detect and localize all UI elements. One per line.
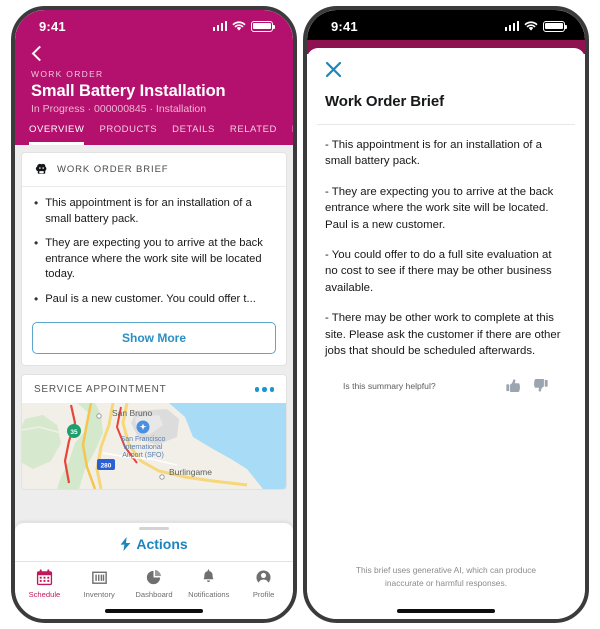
person-icon	[256, 570, 271, 585]
tab-label: Schedule	[28, 590, 61, 599]
tab-details[interactable]: DETAILS	[172, 124, 215, 145]
wifi-icon	[232, 20, 246, 31]
tab-overview[interactable]: OVERVIEW	[29, 124, 85, 145]
left-phone-frame: 9:41 WORK ORDER Small Battery Installati…	[11, 6, 297, 623]
brief-paragraph: - There may be other work to complete at…	[325, 312, 561, 358]
feedback-row: Is this summary helpful?	[325, 373, 567, 394]
tab-profile[interactable]: Profile	[236, 568, 291, 599]
actions-sheet[interactable]: Actions	[15, 521, 293, 561]
show-more-button[interactable]: Show More	[32, 322, 276, 354]
modal-title: Work Order Brief	[325, 93, 444, 110]
svg-text:San Francisco: San Francisco	[121, 436, 166, 443]
svg-text:Burlingame: Burlingame	[169, 467, 212, 477]
lightning-bolt-icon	[120, 537, 131, 551]
service-appointment-card: SERVICE APPOINTMENT 35 280 San Bruno San…	[21, 374, 287, 490]
tab-inventory[interactable]: Inventory	[72, 568, 127, 599]
page-title: Small Battery Installation	[31, 82, 226, 100]
appointment-map[interactable]: 35 280 San Bruno San Francisco Internati…	[22, 403, 286, 489]
bullet-dot-icon: •	[34, 291, 39, 306]
status-time: 9:41	[39, 18, 66, 34]
signal-bars-icon	[212, 21, 227, 31]
tab-feed[interactable]: FEE	[292, 124, 293, 145]
record-body: WORK ORDER BRIEF • This appointment is f…	[15, 145, 293, 619]
actions-label: Actions	[136, 536, 188, 552]
work-order-brief-card: WORK ORDER BRIEF • This appointment is f…	[21, 152, 287, 366]
tab-label: Notifications	[188, 590, 230, 599]
svg-text:Airport (SFO): Airport (SFO)	[122, 452, 164, 459]
back-chevron-icon	[31, 45, 48, 62]
close-x-icon	[325, 61, 342, 78]
inventory-icon	[91, 571, 107, 584]
tab-dashboard[interactable]: Dashboard	[127, 568, 182, 599]
signal-bars-icon	[504, 21, 519, 31]
svg-text:International: International	[124, 444, 163, 451]
modal-body: - This appointment is for an installatio…	[307, 125, 585, 564]
thumbs-up-icon[interactable]	[505, 377, 522, 394]
right-phone-frame: 9:41 Work Order Brief - This appointment…	[303, 6, 589, 623]
list-item: • This appointment is for an installatio…	[34, 196, 272, 227]
home-indicator	[307, 603, 585, 619]
tab-schedule[interactable]: Schedule	[17, 568, 72, 599]
record-meta: In Progress · 000000845 · Installation	[31, 103, 207, 115]
brief-paragraph: - This appointment is for an installatio…	[325, 139, 542, 168]
tab-label: Dashboard	[135, 590, 173, 599]
actions-button[interactable]: Actions	[15, 534, 293, 561]
more-options-icon[interactable]	[254, 387, 274, 392]
left-status-bar: 9:41	[15, 10, 293, 40]
wifi-icon	[524, 20, 538, 31]
appointment-card-title: SERVICE APPOINTMENT	[34, 384, 167, 395]
tab-label: Profile	[252, 590, 275, 599]
map-graphic: 35 280 San Bruno San Francisco Internati…	[22, 403, 286, 489]
status-icons	[212, 20, 276, 32]
einstein-ai-icon	[35, 163, 47, 174]
brief-bullet-list: • This appointment is for an installatio…	[22, 187, 286, 318]
feedback-question: Is this summary helpful?	[343, 380, 436, 391]
work-order-brief-modal: Work Order Brief - This appointment is f…	[307, 48, 585, 619]
record-tabs: OVERVIEW PRODUCTS DETAILS RELATED FEE	[15, 124, 293, 145]
tab-products[interactable]: PRODUCTS	[99, 124, 157, 145]
list-item: • Paul is a new customer. You could offe…	[34, 292, 272, 308]
right-status-bar: 9:41	[307, 10, 585, 40]
svg-text:35: 35	[70, 429, 78, 436]
thumbs-down-icon[interactable]	[532, 377, 549, 394]
screenshot-stage: 9:41 WORK ORDER Small Battery Installati…	[0, 0, 600, 629]
bullet-dot-icon: •	[34, 196, 39, 210]
svg-text:San Bruno: San Bruno	[112, 408, 152, 418]
sheet-grabber[interactable]	[139, 526, 169, 530]
bell-icon	[203, 569, 214, 583]
ai-disclaimer: This brief uses generative AI, which can…	[355, 565, 537, 588]
status-icons	[504, 20, 568, 32]
tab-related[interactable]: RELATED	[230, 124, 277, 145]
brief-paragraph: - They are expecting you to arrive at th…	[325, 185, 554, 231]
status-time: 9:41	[331, 18, 358, 34]
bullet-text: They are expecting you to arrive at the …	[45, 237, 263, 280]
work-order-header: WORK ORDER Small Battery Installation In…	[15, 40, 293, 145]
bullet-dot-icon: •	[34, 236, 39, 250]
battery-icon	[251, 20, 276, 32]
tab-notifications[interactable]: Notifications	[181, 568, 236, 599]
calendar-icon	[36, 569, 52, 586]
back-button[interactable]	[15, 44, 293, 69]
list-item: • They are expecting you to arrive at th…	[34, 236, 272, 283]
svg-text:280: 280	[101, 463, 112, 470]
brief-card-header: WORK ORDER BRIEF	[22, 153, 286, 187]
dashboard-icon	[147, 569, 162, 585]
close-button[interactable]	[307, 48, 585, 87]
brief-card-title: WORK ORDER BRIEF	[57, 164, 169, 175]
airport-pin-icon	[136, 420, 150, 434]
battery-icon	[543, 20, 568, 32]
record-type-eyebrow: WORK ORDER	[31, 69, 104, 79]
appointment-card-header: SERVICE APPOINTMENT	[22, 375, 286, 403]
bullet-text: This appointment is for an installation …	[45, 197, 252, 225]
bottom-tab-bar: Schedule Inventory Dashboard Notificatio…	[15, 561, 293, 603]
tab-label: Inventory	[83, 590, 115, 599]
home-indicator	[15, 603, 293, 619]
brief-paragraph: - You could offer to do a full site eval…	[325, 249, 552, 294]
bullet-text: Paul is a new customer. You could offer …	[45, 292, 256, 305]
